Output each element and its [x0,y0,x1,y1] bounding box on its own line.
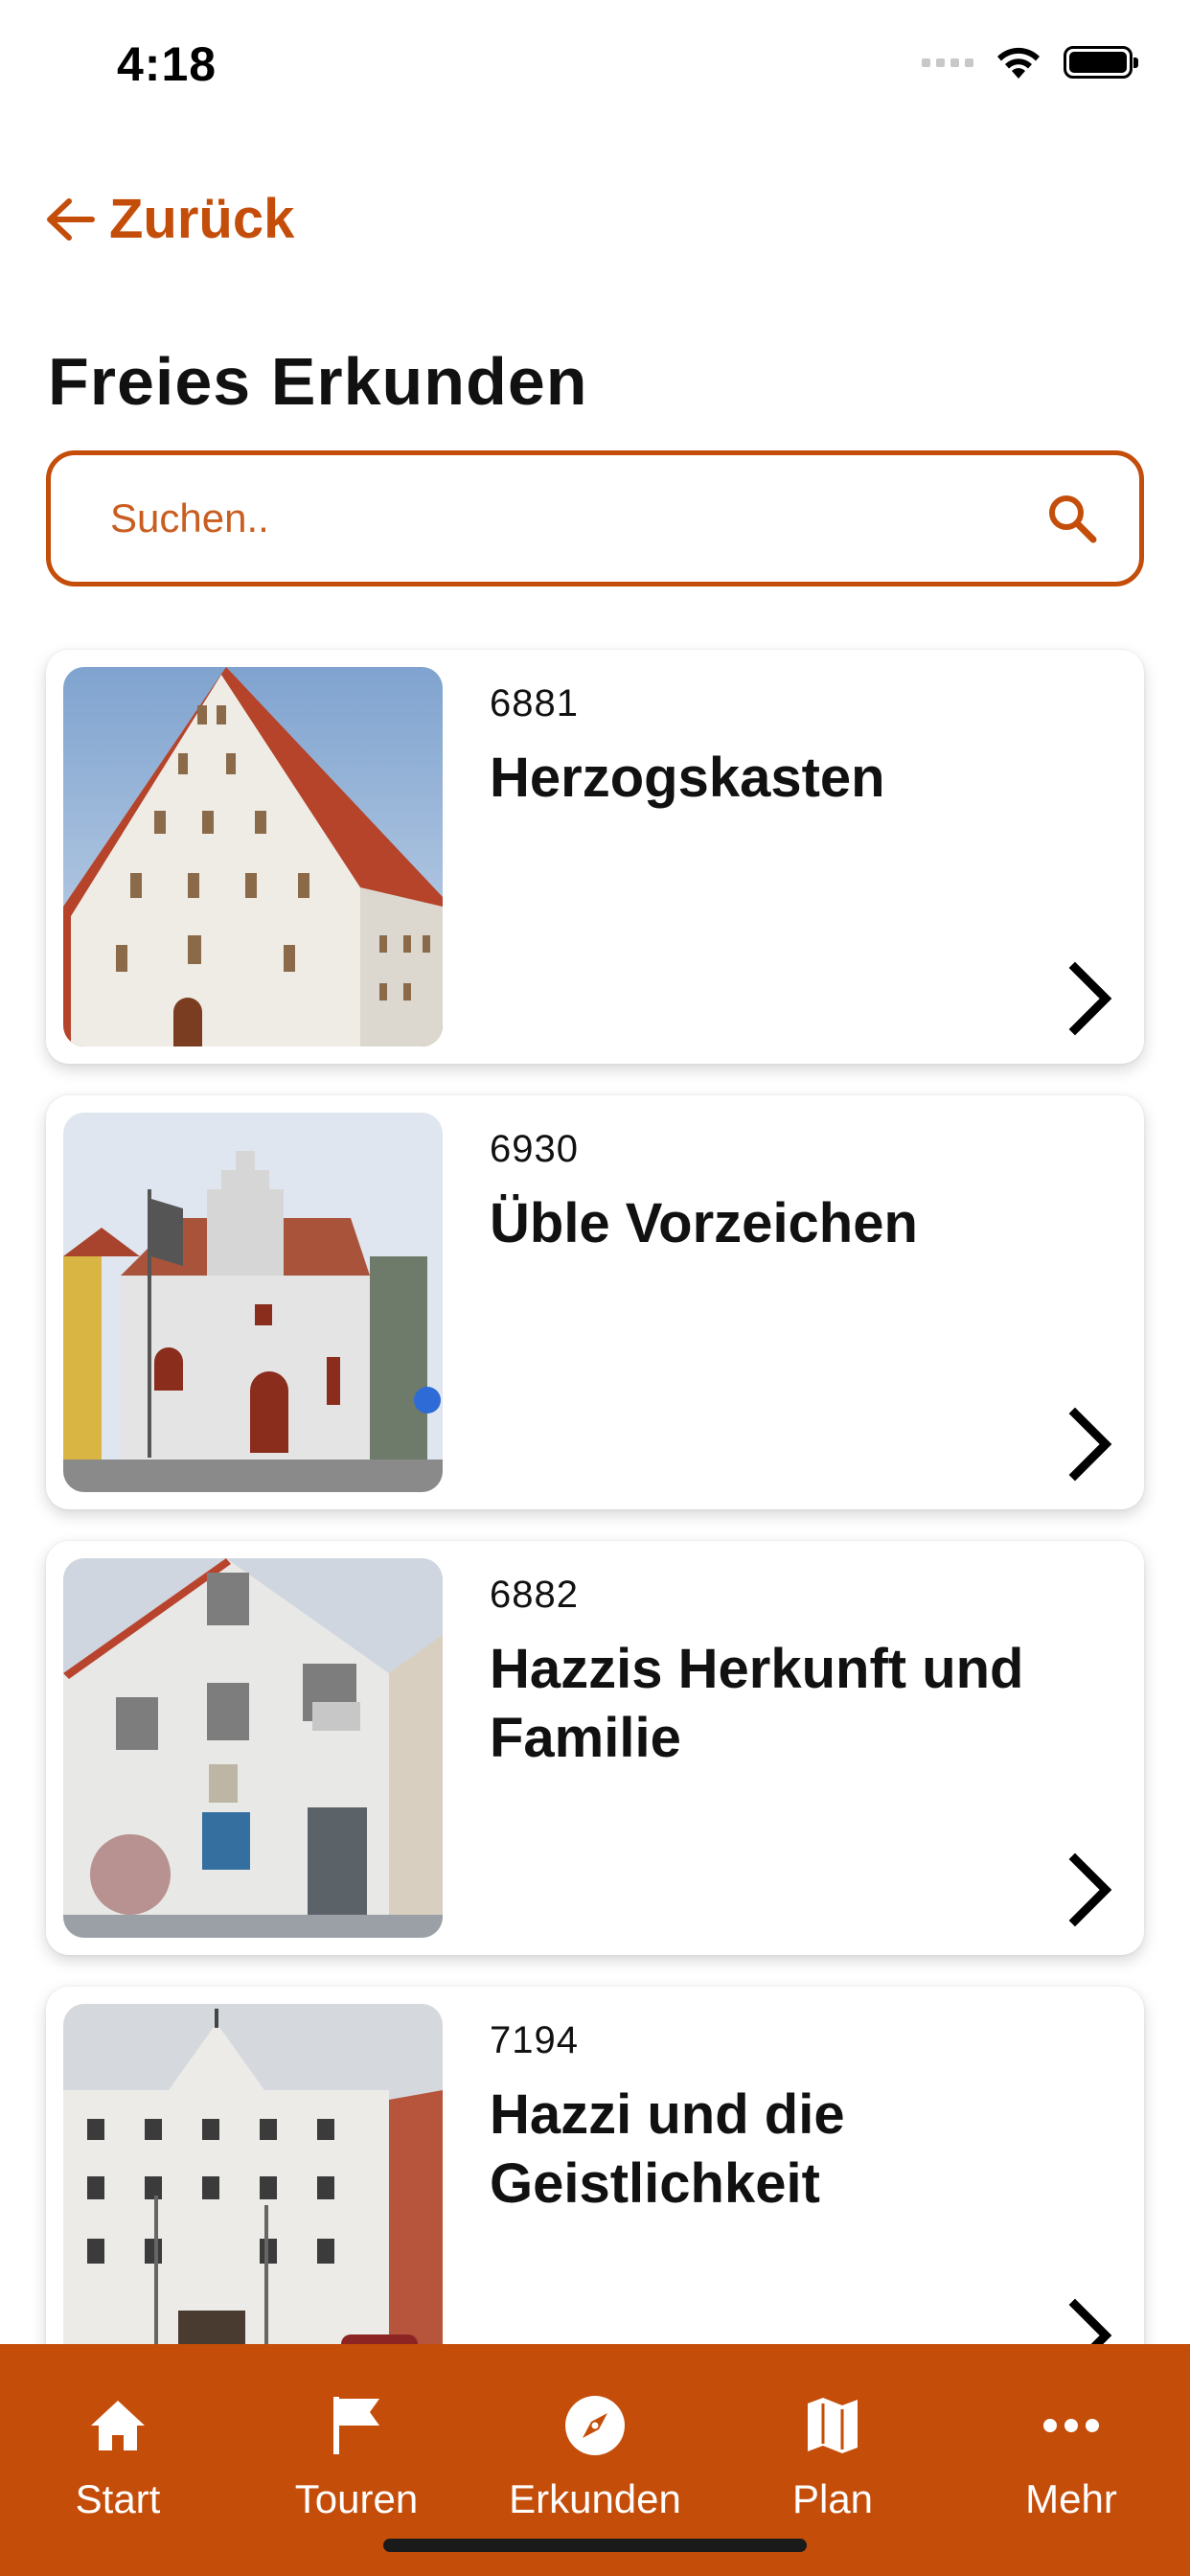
item-title: Üble Vorzeichen [490,1192,918,1254]
cellular-signal-icon [922,58,973,67]
list-item[interactable]: 6882 Hazzis Herkunft und Familie [46,1541,1144,1955]
flag-icon [323,2392,390,2459]
tab-plan[interactable]: Plan [737,2392,928,2522]
list-item[interactable]: 6930 Üble Vorzeichen [46,1095,1144,1509]
tab-touren[interactable]: Touren [261,2392,452,2522]
item-image-hazzis-herkunft [63,1558,443,1938]
status-icons [922,44,1138,80]
battery-icon [1064,46,1138,79]
tab-label: Plan [791,2476,874,2521]
search-input[interactable] [108,494,1043,542]
home-indicator [383,2539,807,2552]
search-icon[interactable] [1043,490,1101,547]
compass-icon [561,2392,629,2459]
tab-erkunden[interactable]: Erkunden [499,2392,691,2522]
list-item[interactable]: 6881 Herzogskasten [46,650,1144,1064]
search-field[interactable] [46,450,1144,586]
chevron-right-icon [1068,1407,1112,1482]
item-image-herzogskasten [63,667,443,1046]
tab-label: Mehr [1025,2476,1117,2521]
tab-mehr[interactable]: Mehr [975,2392,1167,2522]
back-button[interactable]: Zurück [42,187,294,251]
list-item[interactable]: 7194 Hazzi und die Geistlichkeit [46,1987,1144,2401]
arrow-left-icon [47,197,95,241]
chevron-right-icon [1068,1852,1112,1927]
tab-label: Start [75,2476,161,2521]
status-bar: 4:18 [0,0,1190,134]
item-title: Hazzis Herkunft und Familie [490,1638,1024,1769]
item-title: Herzogskasten [490,747,885,809]
item-number: 6930 [490,1128,579,1170]
tab-start[interactable]: Start [22,2392,214,2522]
item-number: 6881 [490,682,579,724]
item-title: Hazzi und die Geistlichkeit [490,2083,845,2215]
item-image-uble-vorzeichen [63,1113,443,1492]
back-label: Zurück [109,188,295,250]
status-time: 4:18 [117,37,217,91]
more-icon [1038,2392,1105,2459]
page-title: Freies Erkunden [48,344,588,419]
home-icon [84,2392,151,2459]
wifi-icon [997,47,1040,79]
map-icon [799,2392,866,2459]
item-number: 6882 [490,1574,579,1616]
tab-label: Touren [294,2476,419,2521]
item-image-hazzi-geistlichkeit [63,2004,443,2383]
chevron-right-icon [1068,961,1112,1036]
item-number: 7194 [490,2019,579,2061]
tab-label: Erkunden [509,2476,681,2521]
